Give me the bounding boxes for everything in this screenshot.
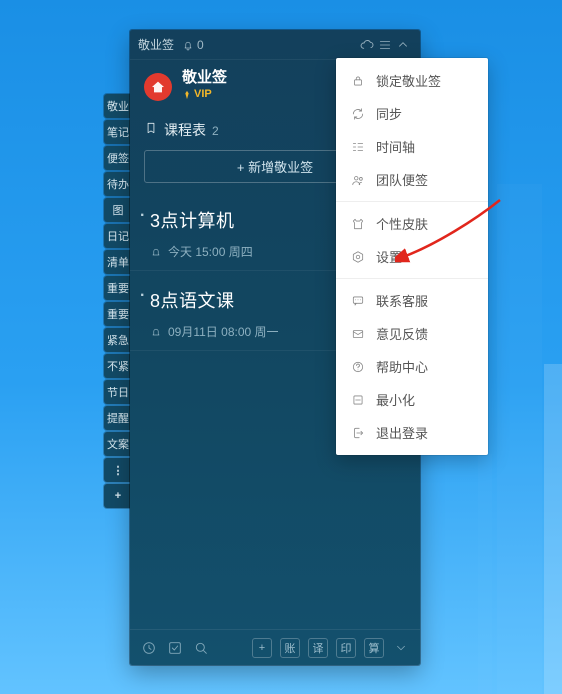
- menu-item-label: 退出登录: [376, 423, 428, 442]
- settings-icon: [350, 249, 366, 265]
- bottom-tool-chip[interactable]: 算: [364, 638, 384, 658]
- chat-icon: [350, 293, 366, 309]
- history-button[interactable]: [140, 639, 158, 657]
- menu-item-label: 设置: [376, 247, 402, 266]
- side-tab[interactable]: 待办: [104, 172, 132, 196]
- menu-item-mail[interactable]: 意见反馈: [336, 317, 488, 350]
- completed-button[interactable]: [166, 639, 184, 657]
- menu-item-label: 意见反馈: [376, 324, 428, 343]
- brand-name: 敬业签: [182, 70, 227, 87]
- bottom-more-button[interactable]: [392, 639, 410, 657]
- menu-item-logout[interactable]: 退出登录: [336, 416, 488, 449]
- bell-icon: [182, 39, 194, 51]
- cloud-sync-button[interactable]: [358, 36, 376, 54]
- menu-item-minimize[interactable]: 最小化: [336, 383, 488, 416]
- team-icon: [350, 172, 366, 188]
- menu-item-label: 最小化: [376, 390, 415, 409]
- category-side-tabs: 敬业笔记便签待办图日记清单重要重要紧急不紧节日提醒文案⋮+: [104, 94, 132, 508]
- app-logo: [144, 73, 172, 101]
- menu-item-skin[interactable]: 个性皮肤: [336, 207, 488, 240]
- menu-item-settings[interactable]: 设置: [336, 240, 488, 273]
- search-button[interactable]: [192, 639, 210, 657]
- bookmark-icon: [144, 121, 158, 135]
- side-tab-more[interactable]: ⋮: [104, 458, 132, 482]
- help-icon: [350, 359, 366, 375]
- side-tab[interactable]: 重要: [104, 276, 132, 300]
- bottom-toolbar: + 账译印算: [130, 629, 420, 665]
- side-tab[interactable]: 敬业: [104, 94, 132, 118]
- side-tab[interactable]: 笔记: [104, 120, 132, 144]
- side-tab[interactable]: 便签: [104, 146, 132, 170]
- note-meta-text: 09月11日 08:00 周一: [168, 323, 279, 340]
- menu-button[interactable]: [376, 36, 394, 54]
- main-menu-dropdown: 锁定敬业签同步时间轴团队便签个性皮肤设置联系客服意见反馈帮助中心最小化退出登录: [336, 58, 488, 455]
- side-tab[interactable]: 清单: [104, 250, 132, 274]
- lock-icon: [350, 73, 366, 89]
- bottom-tool-chip[interactable]: 账: [280, 638, 300, 658]
- bottom-tool-chip[interactable]: 印: [336, 638, 356, 658]
- menu-item-help[interactable]: 帮助中心: [336, 350, 488, 383]
- menu-item-label: 时间轴: [376, 137, 415, 156]
- menu-item-lock[interactable]: 锁定敬业签: [336, 64, 488, 97]
- menu-item-team[interactable]: 团队便签: [336, 163, 488, 196]
- menu-item-label: 联系客服: [376, 291, 428, 310]
- menu-item-label: 团队便签: [376, 170, 428, 189]
- side-tab[interactable]: 文案: [104, 432, 132, 456]
- category-count: 2: [212, 124, 219, 138]
- menu-item-label: 帮助中心: [376, 357, 428, 376]
- timeline-icon: [350, 139, 366, 155]
- skin-icon: [350, 216, 366, 232]
- side-tab[interactable]: 不紧: [104, 354, 132, 378]
- logout-icon: [350, 425, 366, 441]
- app-title: 敬业签: [138, 36, 174, 53]
- collapse-button[interactable]: [394, 36, 412, 54]
- side-tab[interactable]: 日记: [104, 224, 132, 248]
- sync-icon: [350, 106, 366, 122]
- side-tab[interactable]: 节日: [104, 380, 132, 404]
- side-tab[interactable]: 图: [104, 198, 132, 222]
- category-label: 课程表: [164, 120, 206, 140]
- notification-count: 0: [197, 38, 204, 52]
- notification-indicator[interactable]: 0: [182, 38, 204, 52]
- mail-icon: [350, 326, 366, 342]
- note-meta-text: 今天 15:00 周四: [168, 243, 253, 260]
- minimize-icon: [350, 392, 366, 408]
- menu-item-sync[interactable]: 同步: [336, 97, 488, 130]
- side-tab[interactable]: 重要: [104, 302, 132, 326]
- bottom-add-button[interactable]: +: [252, 638, 272, 658]
- alarm-icon: [150, 326, 162, 338]
- vip-badge: VIP: [182, 88, 212, 100]
- bottom-tool-chip[interactable]: 译: [308, 638, 328, 658]
- menu-item-label: 锁定敬业签: [376, 71, 441, 90]
- menu-item-label: 个性皮肤: [376, 214, 428, 233]
- menu-item-timeline[interactable]: 时间轴: [336, 130, 488, 163]
- menu-item-chat[interactable]: 联系客服: [336, 284, 488, 317]
- side-tab[interactable]: 紧急: [104, 328, 132, 352]
- menu-item-label: 同步: [376, 104, 402, 123]
- side-tab[interactable]: 提醒: [104, 406, 132, 430]
- diamond-icon: [182, 90, 192, 100]
- alarm-icon: [150, 246, 162, 258]
- title-bar: 敬业签 0: [130, 30, 420, 60]
- side-tab-add[interactable]: +: [104, 484, 132, 508]
